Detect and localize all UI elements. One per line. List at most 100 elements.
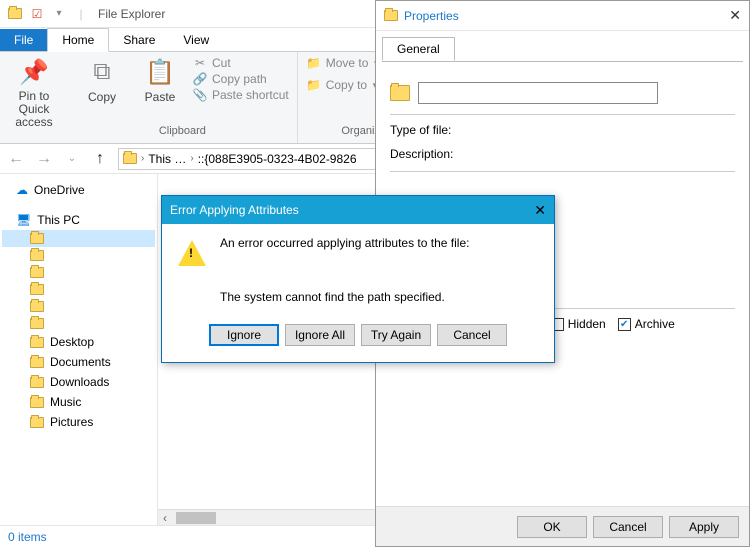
folder-icon bbox=[123, 153, 137, 164]
folder-icon bbox=[30, 233, 44, 244]
error-dialog: Error Applying Attributes ✕ An error occ… bbox=[161, 195, 555, 363]
tree-onedrive[interactable]: ☁ OneDrive bbox=[2, 180, 155, 200]
status-item-count: 0 items bbox=[8, 530, 47, 544]
folder-icon bbox=[30, 357, 44, 368]
copy-to-icon: 📁 bbox=[306, 78, 322, 92]
folder-icon bbox=[30, 337, 44, 348]
paste-shortcut-button[interactable]: 📎Paste shortcut bbox=[192, 88, 289, 102]
apply-button[interactable]: Apply bbox=[669, 516, 739, 538]
tree-label: Pictures bbox=[50, 415, 93, 429]
folder-icon bbox=[30, 417, 44, 428]
properties-title: Properties bbox=[404, 9, 459, 23]
breadcrumb[interactable]: This … bbox=[148, 152, 186, 166]
up-button[interactable]: ↑ bbox=[90, 150, 110, 168]
folder-icon bbox=[30, 267, 44, 278]
tree-item[interactable] bbox=[2, 230, 155, 247]
tab-general[interactable]: General bbox=[382, 37, 455, 61]
close-button[interactable]: ✕ bbox=[534, 202, 546, 219]
tree-label: Desktop bbox=[50, 335, 94, 349]
pc-icon: 🖥 bbox=[16, 213, 31, 227]
tree-music[interactable]: Music bbox=[2, 392, 155, 412]
type-of-file-label: Type of file: bbox=[390, 123, 470, 137]
ignore-all-button[interactable]: Ignore All bbox=[285, 324, 355, 346]
folder-icon bbox=[30, 284, 44, 295]
try-again-button[interactable]: Try Again bbox=[361, 324, 431, 346]
folder-icon bbox=[30, 397, 44, 408]
folder-icon bbox=[30, 250, 44, 261]
tab-file[interactable]: File bbox=[0, 29, 47, 51]
tree-pictures[interactable]: Pictures bbox=[2, 412, 155, 432]
tree-item[interactable] bbox=[2, 264, 155, 281]
tree-item[interactable] bbox=[2, 281, 155, 298]
tree-item[interactable] bbox=[2, 247, 155, 264]
paste-shortcut-icon: 📎 bbox=[192, 88, 208, 102]
close-button[interactable]: ✕ bbox=[729, 7, 741, 24]
tree-documents[interactable]: Documents bbox=[2, 352, 155, 372]
scroll-left-icon[interactable]: ‹ bbox=[158, 511, 172, 525]
folder-icon bbox=[30, 377, 44, 388]
pin-to-quick-access-button[interactable]: 📌 Pin to Quick access bbox=[8, 56, 60, 130]
tree-downloads[interactable]: Downloads bbox=[2, 372, 155, 392]
app-icon bbox=[4, 3, 26, 25]
folder-icon bbox=[384, 10, 398, 21]
back-button[interactable]: ← bbox=[6, 150, 26, 168]
group-clipboard-label: Clipboard bbox=[76, 123, 289, 139]
error-message-1: An error occurred applying attributes to… bbox=[220, 236, 538, 250]
cloud-icon: ☁ bbox=[16, 183, 28, 197]
tree-desktop[interactable]: Desktop bbox=[2, 332, 155, 352]
copy-path-icon: 🔗 bbox=[192, 72, 208, 86]
tree-item[interactable] bbox=[2, 298, 155, 315]
properties-titlebar[interactable]: Properties ✕ bbox=[376, 1, 749, 31]
tree-label: This PC bbox=[37, 213, 80, 227]
cancel-button[interactable]: Cancel bbox=[593, 516, 663, 538]
pin-label: Pin to Quick access bbox=[8, 90, 60, 130]
forward-button[interactable]: → bbox=[34, 150, 54, 168]
tree-label: OneDrive bbox=[34, 183, 85, 197]
paste-icon: 📋 bbox=[145, 56, 175, 88]
copy-button[interactable]: ⧉ Copy bbox=[76, 56, 128, 104]
properties-footer: OK Cancel Apply bbox=[376, 506, 749, 546]
tree-label: Documents bbox=[50, 355, 111, 369]
tab-home[interactable]: Home bbox=[47, 28, 109, 52]
archive-label: Archive bbox=[635, 317, 675, 331]
ignore-button[interactable]: Ignore bbox=[209, 324, 279, 346]
tree-label: Downloads bbox=[50, 375, 109, 389]
copy-to-label: Copy to bbox=[326, 78, 367, 92]
scrollbar-thumb[interactable] bbox=[176, 512, 216, 524]
recent-locations-button[interactable]: ⌄ bbox=[62, 153, 82, 164]
cancel-button[interactable]: Cancel bbox=[437, 324, 507, 346]
separator: | bbox=[70, 3, 92, 25]
copy-label: Copy bbox=[88, 90, 116, 104]
qat-checkbox-icon[interactable]: ☑ bbox=[26, 3, 48, 25]
error-titlebar[interactable]: Error Applying Attributes ✕ bbox=[162, 196, 554, 224]
paste-label: Paste bbox=[145, 90, 176, 104]
ok-button[interactable]: OK bbox=[517, 516, 587, 538]
error-message-2: The system cannot find the path specifie… bbox=[220, 290, 538, 304]
archive-checkbox[interactable]: ✔Archive bbox=[618, 317, 675, 331]
qat-dropdown-icon[interactable]: ▾ bbox=[48, 3, 70, 25]
copy-to-button[interactable]: 📁Copy to ▼ bbox=[306, 78, 381, 92]
name-field[interactable] bbox=[418, 82, 658, 104]
error-title: Error Applying Attributes bbox=[170, 203, 299, 217]
cut-label: Cut bbox=[212, 56, 231, 70]
window-title: File Explorer bbox=[98, 7, 165, 21]
move-to-button[interactable]: 📁Move to ▼ bbox=[306, 56, 381, 70]
move-to-label: Move to bbox=[326, 56, 369, 70]
tab-share[interactable]: Share bbox=[109, 29, 169, 51]
cut-icon: ✂ bbox=[192, 56, 208, 70]
folder-icon bbox=[30, 301, 44, 312]
tree-item[interactable] bbox=[2, 315, 155, 332]
tree-this-pc[interactable]: 🖥 This PC bbox=[2, 210, 155, 230]
breadcrumb-guid[interactable]: ::{088E3905-0323-4B02-9826 bbox=[198, 152, 357, 166]
hidden-checkbox[interactable]: Hidden bbox=[551, 317, 606, 331]
cut-button[interactable]: ✂ Cut bbox=[192, 56, 289, 70]
copy-path-label: Copy path bbox=[212, 72, 267, 86]
description-label: Description: bbox=[390, 147, 470, 161]
paste-button[interactable]: 📋 Paste bbox=[134, 56, 186, 104]
tab-view[interactable]: View bbox=[169, 29, 223, 51]
copy-path-button[interactable]: 🔗 Copy path bbox=[192, 72, 289, 86]
properties-tabs: General bbox=[376, 31, 749, 61]
move-to-icon: 📁 bbox=[306, 56, 322, 70]
folder-icon bbox=[30, 318, 44, 329]
nav-tree: ☁ OneDrive 🖥 This PC Desktop Documents Dow… bbox=[0, 174, 158, 525]
